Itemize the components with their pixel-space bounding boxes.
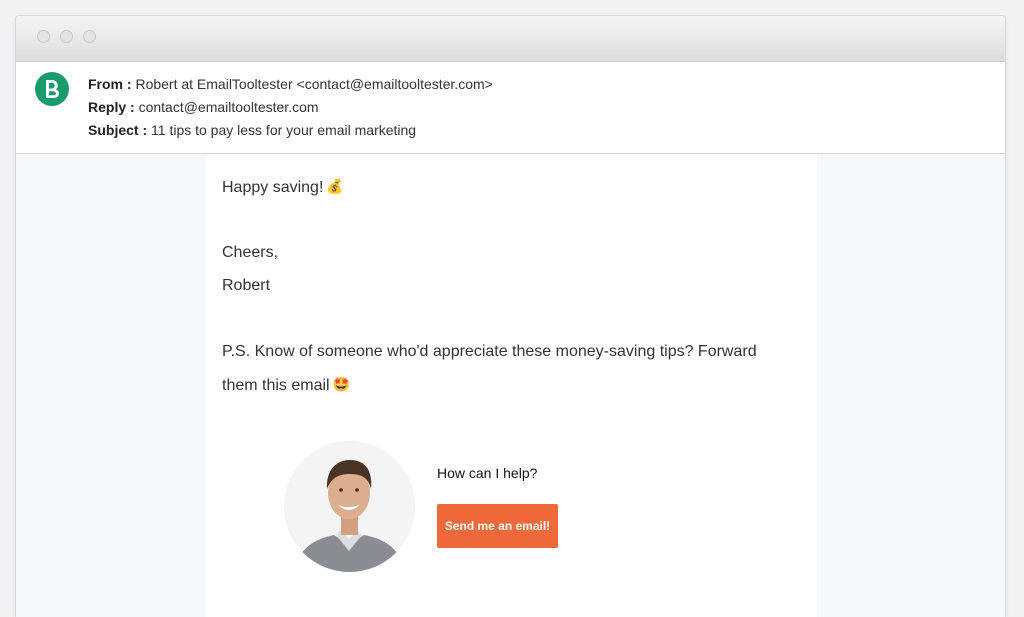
body-line-happy-saving: Happy saving! 💰	[222, 170, 344, 204]
happy-saving-text: Happy saving!	[222, 179, 324, 196]
ps-text: P.S. Know of someone who'd appreciate th…	[222, 343, 757, 394]
window-zoom-dot-icon[interactable]	[83, 30, 96, 43]
from-line: From : Robert at EmailTooltester <contac…	[88, 76, 493, 92]
send-email-button[interactable]: Send me an email!	[437, 504, 558, 548]
author-photo	[284, 441, 415, 572]
email-window: From : Robert at EmailTooltester <contac…	[15, 15, 1006, 617]
email-body: Happy saving! 💰 Cheers, Robert P.S. Know …	[206, 154, 817, 617]
subject-value: 11 tips to pay less for your email marke…	[151, 122, 417, 138]
window-minimize-dot-icon[interactable]	[60, 30, 73, 43]
body-line-ps: P.S. Know of someone who'd appreciate th…	[222, 335, 792, 402]
reply-line: Reply : contact@emailtooltester.com	[88, 99, 319, 115]
email-header: From : Robert at EmailTooltester <contac…	[16, 62, 1005, 154]
subject-line: Subject : 11 tips to pay less for your e…	[88, 122, 416, 138]
subject-label: Subject :	[88, 122, 148, 138]
body-line-cheers: Cheers,	[222, 244, 279, 261]
help-prompt: How can I help?	[437, 465, 538, 481]
window-close-dot-icon[interactable]	[37, 30, 50, 43]
author-portrait-icon	[284, 441, 415, 572]
body-line-signature: Robert	[222, 277, 271, 294]
window-titlebar	[16, 16, 1005, 62]
from-label: From :	[88, 76, 132, 92]
sender-avatar	[35, 72, 69, 106]
star-struck-icon: 🤩	[332, 376, 351, 392]
from-value: Robert at EmailTooltester <contact@email…	[135, 76, 493, 92]
money-bag-icon: 💰	[326, 178, 344, 194]
brevo-logo-icon	[46, 80, 59, 98]
reply-label: Reply :	[88, 99, 135, 115]
reply-value: contact@emailtooltester.com	[138, 99, 319, 115]
